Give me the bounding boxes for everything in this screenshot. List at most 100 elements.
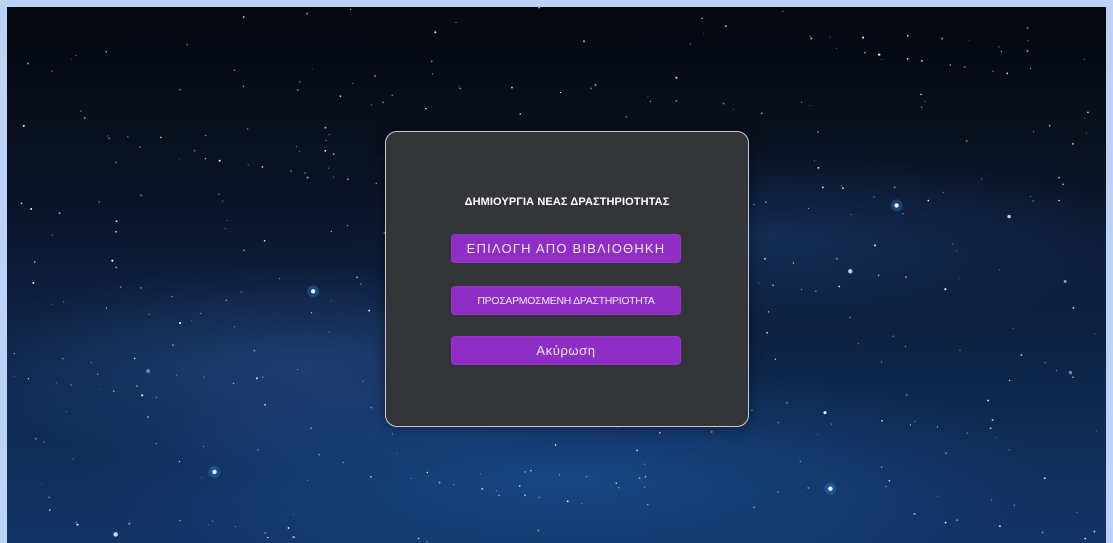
star: [1058, 199, 1060, 202]
star: [304, 172, 307, 174]
star: [193, 149, 196, 152]
star: [732, 108, 734, 110]
star: [346, 178, 349, 181]
star: [171, 296, 173, 298]
star: [431, 73, 434, 75]
star: [753, 506, 755, 509]
star: [530, 470, 532, 472]
star: [1006, 72, 1009, 75]
star: [108, 137, 111, 140]
star: [224, 228, 226, 230]
star: [829, 36, 831, 38]
star: [115, 230, 117, 233]
star: [306, 12, 309, 15]
star: [253, 349, 256, 352]
star: [998, 525, 1001, 528]
star: [817, 434, 819, 436]
star: [296, 89, 299, 91]
star: [1008, 379, 1011, 382]
star: [914, 420, 916, 422]
star: [944, 288, 947, 291]
star: [1020, 354, 1023, 356]
star: [689, 43, 691, 45]
star: [297, 369, 299, 371]
star: [105, 307, 107, 309]
star: [186, 43, 189, 46]
star: [647, 96, 649, 98]
star: [242, 85, 245, 88]
star: [537, 7, 540, 9]
star: [318, 453, 321, 456]
star: [968, 40, 970, 41]
star: [959, 349, 961, 351]
star: [966, 432, 969, 434]
star: [989, 427, 992, 430]
star: [995, 436, 997, 438]
star: [105, 50, 108, 53]
star: [70, 384, 72, 386]
star: [956, 519, 959, 522]
star: [1062, 183, 1064, 186]
star: [392, 433, 394, 435]
star: [873, 196, 875, 198]
star: [200, 477, 202, 478]
star: [647, 503, 649, 506]
star: [51, 70, 53, 72]
star: [232, 382, 235, 385]
star: [481, 487, 484, 490]
star: [233, 326, 235, 328]
star: [838, 285, 841, 288]
star: [1072, 306, 1075, 309]
star: [113, 390, 115, 392]
star: [965, 140, 968, 142]
star: [760, 112, 763, 115]
star: [233, 69, 236, 72]
star: [360, 283, 362, 285]
star: [141, 394, 144, 397]
star: [225, 299, 227, 302]
star: [963, 66, 966, 69]
star: [139, 146, 141, 148]
star: [115, 161, 118, 164]
star: [881, 58, 883, 60]
star: [850, 213, 852, 216]
star: [247, 164, 249, 166]
star: [257, 449, 259, 451]
star: [178, 461, 181, 463]
star: [140, 287, 142, 289]
star: [892, 335, 895, 338]
star: [809, 35, 811, 37]
star: [842, 187, 844, 189]
star: [83, 116, 86, 119]
star: [48, 496, 50, 499]
star: [396, 452, 398, 454]
star: [160, 136, 162, 139]
star: [58, 212, 61, 214]
star: [750, 409, 753, 412]
star: [566, 500, 569, 503]
star: [1055, 370, 1057, 372]
star: [247, 128, 249, 130]
star: [242, 16, 245, 18]
star: [1087, 111, 1089, 114]
star: [763, 257, 766, 260]
star: [240, 291, 242, 293]
star: [204, 157, 207, 160]
star: [22, 124, 25, 127]
cancel-button[interactable]: Ακύρωση: [451, 336, 681, 365]
star: [999, 269, 1001, 271]
custom-activity-button[interactable]: ΠΡΟΣΑΡΜΟΣΜΕΝΗ ΔΡΑΣΤΗΡΙΟΤΗΤΑ: [451, 286, 681, 315]
star: [848, 269, 853, 274]
star: [97, 373, 99, 375]
star: [722, 102, 725, 105]
star: [710, 430, 713, 433]
star: [909, 424, 911, 426]
star: [992, 70, 994, 73]
star: [115, 266, 118, 269]
star: [1008, 449, 1010, 451]
star: [350, 8, 352, 10]
select-from-library-button[interactable]: ΕΠΙΛΟΓΗ ΑΠΟ ΒΙΒΛΙΟΘΗΚΗ: [451, 234, 681, 263]
star: [370, 476, 372, 478]
star: [936, 426, 939, 428]
star: [638, 477, 641, 480]
